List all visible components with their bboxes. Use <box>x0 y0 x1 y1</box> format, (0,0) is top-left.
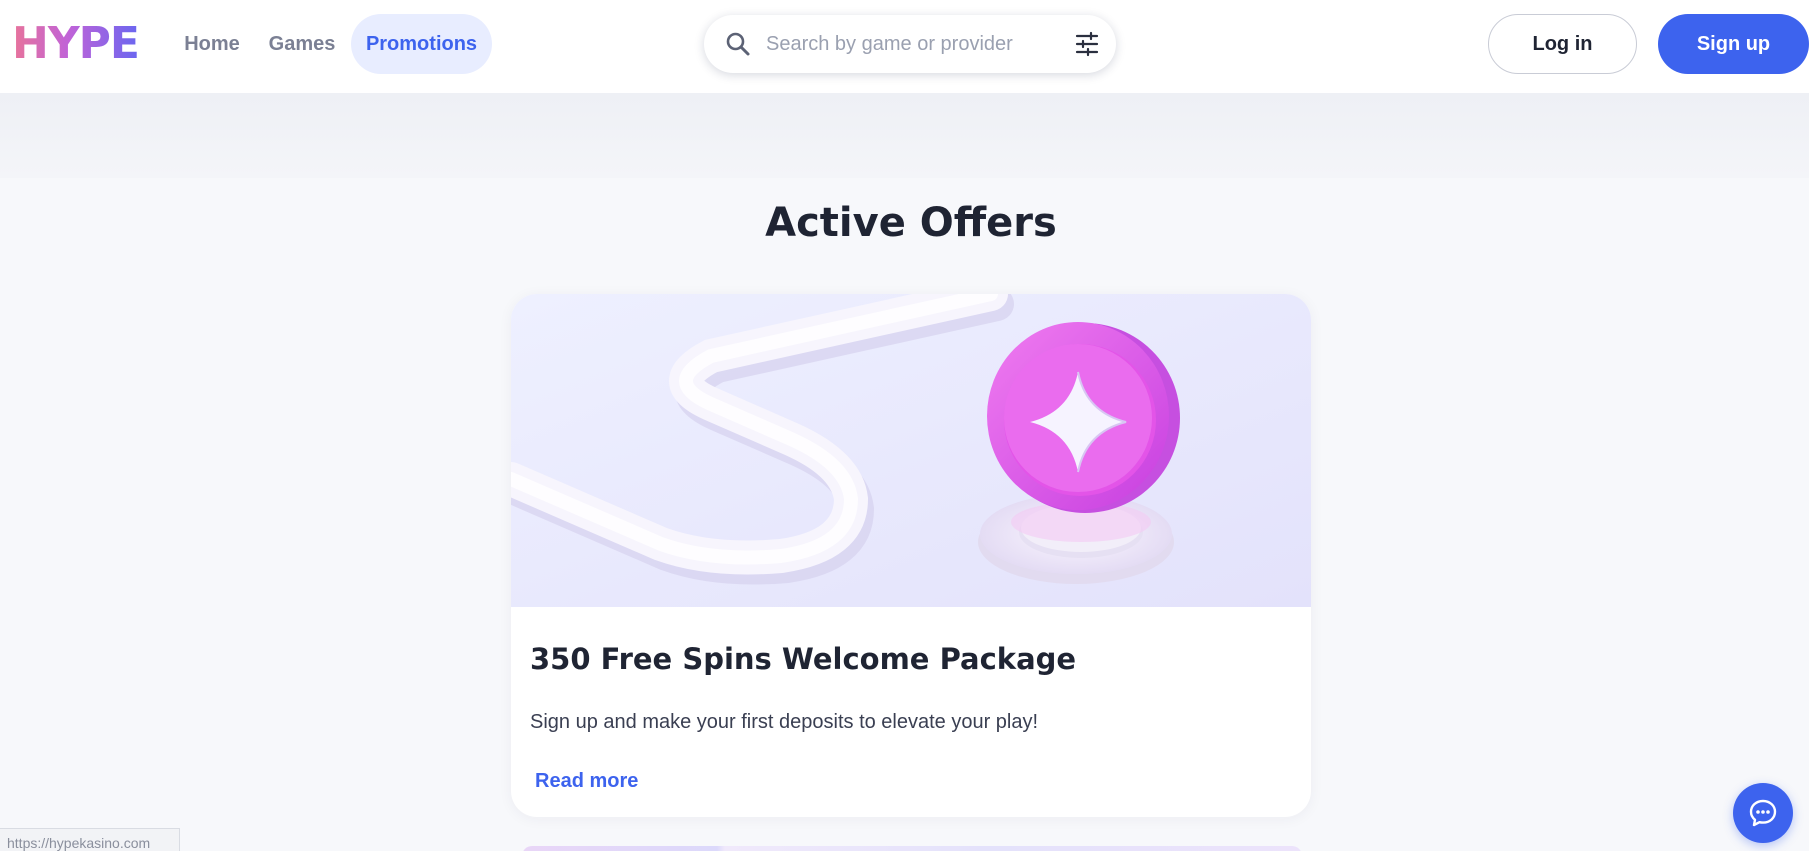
nav-home[interactable]: Home <box>172 14 252 74</box>
filter-sliders-icon[interactable] <box>1074 31 1100 57</box>
nav-promotions[interactable]: Promotions <box>351 14 492 74</box>
offer-card[interactable]: 350 Free Spins Welcome Package Sign up a… <box>511 294 1311 817</box>
login-button[interactable]: Log in <box>1488 14 1637 74</box>
offer-image <box>511 294 1311 607</box>
search-icon[interactable] <box>724 30 752 58</box>
site-header: HYPE Home Games Promotions Log in Sign u… <box>0 0 1809 93</box>
chat-support-button[interactable] <box>1733 783 1793 843</box>
hype-logo[interactable]: HYPE <box>12 20 140 68</box>
status-bar-url: https://hypekasino.com <box>0 828 180 851</box>
hero-banner-strip <box>0 93 1809 178</box>
next-offer-card-preview[interactable] <box>522 846 1302 851</box>
nav-games[interactable]: Games <box>262 14 342 74</box>
read-more-link[interactable]: Read more <box>535 770 638 793</box>
offer-title: 350 Free Spins Welcome Package <box>530 642 1077 676</box>
chat-bubble-icon <box>1749 799 1777 827</box>
search-bar <box>704 15 1116 73</box>
search-input[interactable] <box>766 25 1056 63</box>
section-title: Active Offers <box>765 200 1057 246</box>
offer-description: Sign up and make your first deposits to … <box>530 711 1039 733</box>
signup-button[interactable]: Sign up <box>1658 14 1809 74</box>
